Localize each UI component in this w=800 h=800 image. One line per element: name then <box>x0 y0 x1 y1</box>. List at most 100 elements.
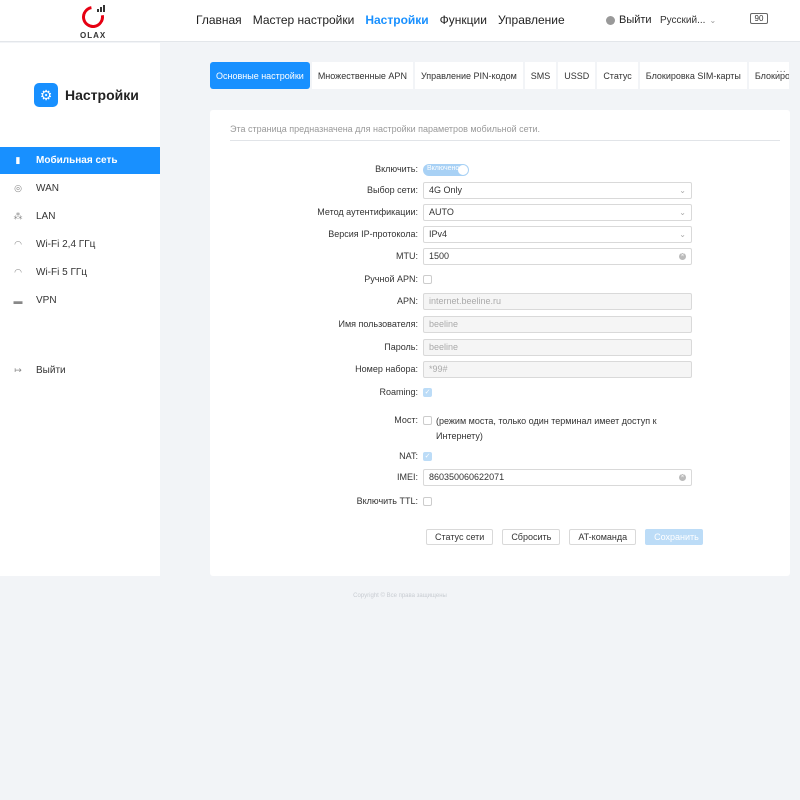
main-nav: Главная Мастер настройки Настройки Функц… <box>196 13 565 27</box>
row-manual-apn: Ручной APN: <box>210 271 790 289</box>
network-label: Выбор сети: <box>367 185 418 195</box>
mtu-input[interactable]: 1500 × <box>423 248 692 265</box>
copyright: Copyright © Все права защищены <box>353 593 447 599</box>
imei-label: IMEI: <box>396 472 418 482</box>
chevron-down-icon: ⌄ <box>709 16 717 25</box>
password-label: Пароль: <box>384 342 418 352</box>
ip-label: Версия IP-протокола: <box>328 229 418 239</box>
tab-basic-settings[interactable]: Основные настройки <box>210 62 310 89</box>
battery-indicator: 90 <box>750 13 768 24</box>
sidebar-logout-label: Выйти <box>36 365 66 376</box>
ttl-label: Включить TTL: <box>356 496 418 506</box>
nav-settings[interactable]: Настройки <box>365 13 428 27</box>
sidebar-item-vpn[interactable]: ▬ VPN <box>0 287 160 314</box>
roaming-checkbox[interactable]: ✓ <box>423 388 432 397</box>
sidebar-item-wifi-5[interactable]: ◠ Wi-Fi 5 ГГц <box>0 259 160 286</box>
row-enable: Включить: Включено <box>210 161 790 179</box>
tab-pin-management[interactable]: Управление PIN-кодом <box>414 62 523 89</box>
sidebar-item-label: Wi-Fi 5 ГГц <box>36 267 87 278</box>
mtu-label: MTU: <box>396 251 418 261</box>
bridge-note: (режим моста, только один терминал имеет… <box>436 416 657 441</box>
row-auth: Метод аутентификации: AUTO ⌄ <box>210 204 790 222</box>
auth-label: Метод аутентификации: <box>317 207 418 217</box>
tab-sim-lock[interactable]: Блокировка SIM-карты <box>639 62 747 89</box>
roaming-label: Roaming: <box>379 387 418 397</box>
settings-card: Эта страница предназначена для настройки… <box>210 110 790 576</box>
network-icon: ⁂ <box>13 211 23 221</box>
olax-logo[interactable]: OLAX <box>77 1 110 41</box>
tab-sms[interactable]: SMS <box>524 62 557 89</box>
power-icon <box>606 15 615 25</box>
tab-ussd[interactable]: USSD <box>558 62 596 89</box>
bridge-checkbox[interactable] <box>423 416 432 425</box>
settings-tabs: Основные настройки Множественные APN Упр… <box>210 62 789 89</box>
password-input[interactable]: beeline <box>423 339 692 356</box>
sidebar-item-wan[interactable]: ◎ WAN <box>0 175 160 202</box>
toggle-knob <box>458 165 468 175</box>
network-status-button[interactable]: Статус сети <box>426 529 494 545</box>
sidebar-item-label: Wi-Fi 2,4 ГГц <box>36 239 96 250</box>
sidebar-item-lan[interactable]: ⁂ LAN <box>0 203 160 230</box>
dial-number-input[interactable]: *99# <box>423 361 692 378</box>
row-ip: Версия IP-протокола: IPv4 ⌄ <box>210 226 790 244</box>
sidebar-item-mobile-network[interactable]: ▮ Мобильная сеть <box>0 147 160 174</box>
imei-input[interactable]: 860350060622071 × <box>423 469 692 486</box>
sidebar: ⚙ Настройки ▮ Мобильная сеть ◎ WAN ⁂ LAN ◠ W… <box>0 43 160 576</box>
network-value: 4G Only <box>429 185 463 195</box>
reset-button[interactable]: Сбросить <box>502 529 561 545</box>
sidebar-title-text: Настройки <box>65 87 139 103</box>
language-select[interactable]: Русский... ⌄ <box>660 15 716 26</box>
logout-icon: ↦ <box>14 365 22 375</box>
enable-toggle[interactable]: Включено <box>423 164 469 176</box>
ttl-checkbox[interactable] <box>423 497 432 506</box>
auth-value: AUTO <box>429 207 454 217</box>
row-network: Выбор сети: 4G Only ⌄ <box>210 182 790 200</box>
nav-functions[interactable]: Функции <box>440 13 487 27</box>
row-ttl: Включить TTL: <box>210 493 790 511</box>
sidebar-item-label: WAN <box>36 183 59 194</box>
sidebar-item-label: Мобильная сеть <box>36 155 118 166</box>
nat-label: NAT: <box>399 451 418 461</box>
save-button[interactable]: Сохранить <box>645 529 704 545</box>
chevron-down-icon: ⌄ <box>679 208 686 217</box>
row-mtu: MTU: 1500 × <box>210 248 790 266</box>
row-username: Имя пользователя: beeline <box>210 316 790 334</box>
chevron-down-icon: ⌄ <box>679 186 686 195</box>
nav-home[interactable]: Главная <box>196 13 242 27</box>
row-password: Пароль: beeline <box>210 339 790 357</box>
gear-icon: ⚙ <box>34 83 58 107</box>
nav-management[interactable]: Управление <box>498 13 565 27</box>
sidebar-logout[interactable]: ↦ Выйти <box>0 357 160 384</box>
globe-icon: ◎ <box>14 183 22 193</box>
ip-version-select[interactable]: IPv4 ⌄ <box>423 226 692 243</box>
ip-value: IPv4 <box>429 229 448 239</box>
network-select[interactable]: 4G Only ⌄ <box>423 182 692 199</box>
manual-apn-checkbox[interactable] <box>423 275 432 284</box>
toggle-text: Включено <box>427 165 460 172</box>
nat-checkbox[interactable]: ✓ <box>423 452 432 461</box>
vpn-icon: ▬ <box>13 295 23 306</box>
apn-input[interactable]: internet.beeline.ru <box>423 293 692 310</box>
action-buttons: Статус сети Сбросить AT-команда Сохранит… <box>426 529 704 545</box>
logo-text: OLAX <box>80 31 107 40</box>
tab-multiple-apn[interactable]: Множественные APN <box>311 62 413 89</box>
username-input[interactable]: beeline <box>423 316 692 333</box>
auth-select[interactable]: AUTO ⌄ <box>423 204 692 221</box>
clear-icon[interactable]: × <box>679 474 686 481</box>
at-command-button[interactable]: AT-команда <box>569 529 637 545</box>
logout-button-top[interactable]: Выйти <box>606 14 652 26</box>
row-dial: Номер набора: *99# <box>210 361 790 379</box>
sidebar-item-wifi-24[interactable]: ◠ Wi-Fi 2,4 ГГц <box>0 231 160 258</box>
top-header: OLAX Главная Мастер настройки Настройки … <box>0 0 800 42</box>
username-label: Имя пользователя: <box>338 319 418 329</box>
sidebar-title: ⚙ Настройки <box>34 83 139 107</box>
more-tabs-icon[interactable]: ··· <box>776 66 786 77</box>
row-apn: APN: internet.beeline.ru <box>210 293 790 311</box>
tab-status[interactable]: Статус <box>597 62 638 89</box>
clear-icon[interactable]: × <box>679 253 686 260</box>
nav-wizard[interactable]: Мастер настройки <box>253 13 355 27</box>
row-roaming: Roaming: ✓ <box>210 384 790 402</box>
apn-label: APN: <box>396 296 418 306</box>
logo-signal-icon <box>97 5 105 12</box>
mtu-value: 1500 <box>429 251 450 261</box>
